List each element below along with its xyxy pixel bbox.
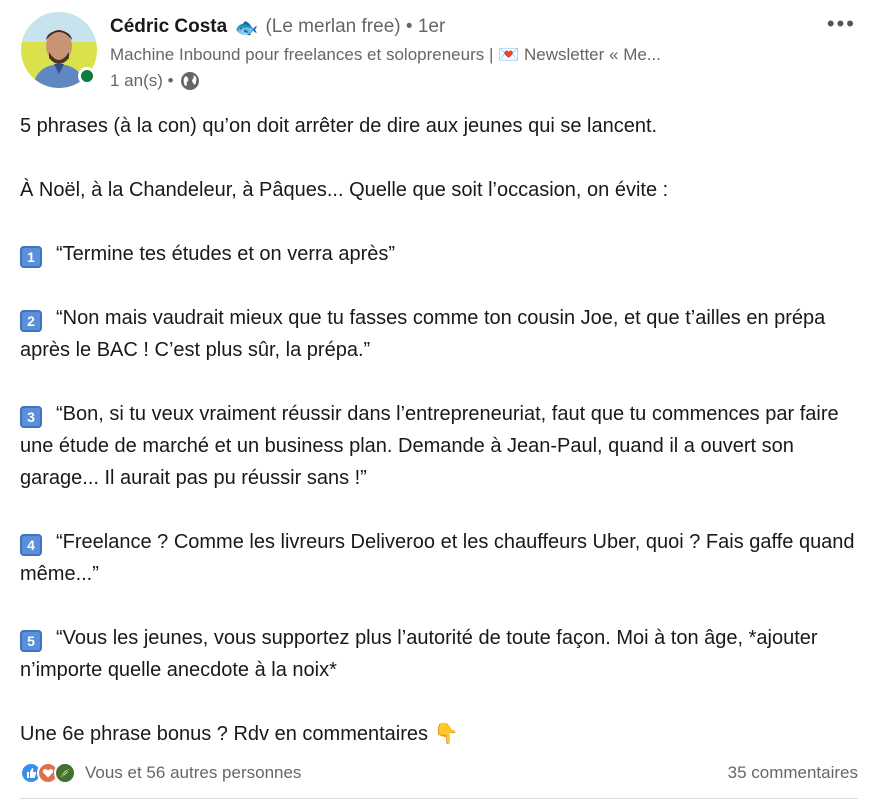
online-status-indicator bbox=[78, 67, 96, 85]
keycap-1-icon: 1 bbox=[20, 246, 42, 268]
fish-icon: 🐟 bbox=[234, 18, 259, 39]
support-icon bbox=[54, 762, 76, 784]
keycap-4-icon: 4 bbox=[20, 534, 42, 556]
keycap-3-icon: 3 bbox=[20, 406, 42, 428]
list-item-4: 4 “Freelance ? Comme les livreurs Deliver… bbox=[20, 531, 855, 585]
keycap-2-icon: 2 bbox=[20, 310, 42, 332]
globe-icon bbox=[180, 72, 199, 90]
list-item-1: 1 “Termine tes études et on verra après” bbox=[20, 238, 865, 270]
author-nickname: (Le merlan free) bbox=[265, 16, 401, 37]
list-item-3: 3 “Bon, si tu veux vraiment réussir dans … bbox=[20, 403, 839, 489]
reactions-text: Vous et 56 autres personnes bbox=[85, 763, 302, 782]
post-title: 5 phrases (à la con) qu’on doit arrêter … bbox=[20, 115, 658, 137]
keycap-5-icon: 5 bbox=[20, 630, 42, 652]
pointing-down-icon: 👇 bbox=[433, 723, 459, 745]
list-item-2: 2 “Non mais vaudrait mieux que tu fasses … bbox=[20, 307, 826, 361]
social-counts: Vous et 56 autres personnes 35 commentai… bbox=[20, 762, 858, 784]
comments-count[interactable]: 35 commentaires bbox=[728, 763, 858, 783]
post-intro: À Noël, à la Chandeleur, à Pâques... Que… bbox=[20, 179, 669, 201]
list-item-5: 5 “Vous les jeunes, vous supportez plus l… bbox=[20, 627, 818, 681]
post-closing: Une 6e phrase bonus ? Rdv en commentaire… bbox=[20, 723, 459, 745]
author-name[interactable]: Cédric Costa bbox=[110, 16, 227, 37]
separator-dot: • bbox=[405, 16, 413, 37]
reactions-summary[interactable]: Vous et 56 autres personnes bbox=[20, 762, 301, 784]
author-headline: Machine Inbound pour freelances et solop… bbox=[110, 45, 661, 64]
connection-degree: 1er bbox=[417, 16, 446, 37]
post-header: Cédric Costa 🐟 (Le merlan free) • 1er Ma… bbox=[110, 14, 780, 94]
post-body: 5 phrases (à la con) qu’on doit arrêter … bbox=[20, 110, 865, 750]
divider bbox=[20, 798, 858, 799]
post-time: 1 an(s) • bbox=[110, 71, 174, 90]
more-options-icon[interactable]: ••• bbox=[827, 13, 856, 35]
